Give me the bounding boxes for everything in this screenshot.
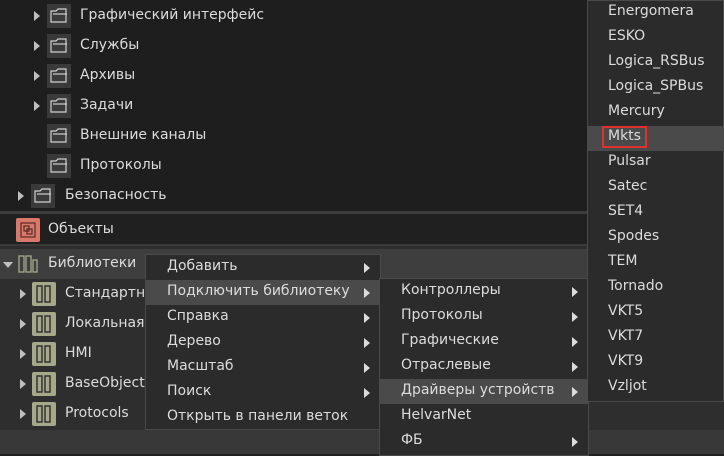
driver-item[interactable]: Mercury — [588, 101, 723, 126]
library-submenu: Контроллеры Протоколы Графические Отрасл… — [379, 278, 589, 456]
folder-icon — [31, 184, 55, 208]
tree-item-label: Внешние каналы — [80, 127, 207, 143]
driver-item[interactable]: TEM — [588, 251, 723, 276]
library-item[interactable]: Стандартна — [0, 279, 154, 309]
driver-item[interactable]: Tornado — [588, 276, 723, 301]
tree-item-label: Протоколы — [80, 157, 162, 173]
submenu-arrow-icon — [364, 338, 370, 348]
library-label: Стандартна — [65, 285, 154, 301]
folder-icon — [47, 4, 71, 28]
menu-item-scale[interactable]: Масштаб — [146, 355, 380, 380]
library-item[interactable]: HMI — [0, 339, 150, 369]
library-icon — [32, 282, 56, 306]
menu-item-add[interactable]: Добавить — [146, 255, 380, 280]
tree-item-external-channels[interactable]: Внешние каналы — [0, 121, 590, 151]
context-menu: Добавить Подключить библиотеку Справка Д… — [145, 254, 381, 430]
library-label: Локальная — [65, 315, 145, 331]
submenu-arrow-icon — [364, 388, 370, 398]
driver-item[interactable]: VKT7 — [588, 326, 723, 351]
expand-arrow-icon[interactable] — [20, 289, 26, 299]
tree-item-label: Графический интерфейс — [80, 7, 265, 23]
tree-item-archives[interactable]: Архивы — [0, 61, 590, 91]
menu-item-controllers[interactable]: Контроллеры — [380, 279, 588, 304]
objects-label: Объекты — [48, 221, 114, 237]
tree-item-security[interactable]: Безопасность — [0, 181, 590, 211]
expand-arrow-icon[interactable] — [34, 41, 40, 51]
menu-item-connect-library[interactable]: Подключить библиотеку — [146, 280, 380, 305]
objects-row[interactable]: Объекты — [0, 215, 590, 245]
tree-item-label: Задачи — [80, 97, 134, 113]
submenu-arrow-icon — [572, 362, 578, 372]
menu-item-protocols[interactable]: Протоколы — [380, 304, 588, 329]
library-item[interactable]: BaseObjects — [0, 369, 152, 399]
driver-item[interactable]: SET4 — [588, 201, 723, 226]
library-label: Protocols — [65, 405, 129, 421]
expand-arrow-icon[interactable] — [34, 11, 40, 21]
library-icon — [32, 402, 56, 426]
menu-item-tree[interactable]: Дерево — [146, 330, 380, 355]
driver-item-selected[interactable]: Mkts — [588, 126, 723, 151]
menu-item-device-drivers[interactable]: Драйверы устройств — [380, 379, 588, 404]
expand-arrow-icon[interactable] — [18, 191, 24, 201]
submenu-arrow-icon — [364, 288, 370, 298]
submenu-arrow-icon — [364, 363, 370, 373]
folder-icon — [47, 124, 71, 148]
submenu-arrow-icon — [572, 337, 578, 347]
submenu-arrow-icon — [572, 287, 578, 297]
library-item[interactable]: Protocols — [0, 399, 150, 429]
selection-highlight-box — [602, 126, 647, 148]
folder-icon — [47, 154, 71, 178]
driver-item[interactable]: Energomera — [588, 1, 723, 26]
submenu-arrow-icon — [572, 312, 578, 322]
expand-arrow-icon[interactable] — [34, 101, 40, 111]
library-icon — [32, 342, 56, 366]
expand-arrow-icon[interactable] — [20, 349, 26, 359]
folder-icon — [47, 34, 71, 58]
driver-item[interactable]: Logica_SPBus — [588, 76, 723, 101]
submenu-arrow-icon — [572, 437, 578, 447]
tree-item-label: Службы — [80, 37, 140, 53]
driver-item[interactable]: VKT5 — [588, 301, 723, 326]
menu-item-search[interactable]: Поиск — [146, 380, 380, 405]
folder-icon — [47, 64, 71, 88]
menu-item-graphics[interactable]: Графические — [380, 329, 588, 354]
bottom-bar — [0, 430, 724, 454]
tree-item-label: Архивы — [80, 67, 136, 83]
tree-item-services[interactable]: Службы — [0, 31, 590, 61]
expand-arrow-icon[interactable] — [20, 319, 26, 329]
tree-item-gui[interactable]: Графический интерфейс — [0, 1, 590, 31]
driver-item[interactable]: Logica_RSBus — [588, 51, 723, 76]
folder-icon — [47, 94, 71, 118]
driver-item[interactable]: VKT9 — [588, 351, 723, 376]
drivers-submenu: Energomera ESKO Logica_RSBus Logica_SPBu… — [587, 0, 724, 402]
menu-item-fb[interactable]: ФБ — [380, 429, 588, 454]
libraries-label: Библиотеки — [48, 255, 137, 271]
library-icon — [32, 372, 56, 396]
menu-item-open-in-branch-panel[interactable]: Открыть в панели веток — [146, 405, 380, 430]
tree-item-protocols[interactable]: Протоколы — [0, 151, 590, 181]
objects-icon — [16, 218, 40, 242]
library-label: BaseObjects — [65, 375, 152, 391]
submenu-arrow-icon — [364, 313, 370, 323]
menu-item-helvarnet[interactable]: HelvarNet — [380, 404, 588, 429]
submenu-arrow-icon — [364, 263, 370, 273]
driver-item[interactable]: Satec — [588, 176, 723, 201]
driver-item[interactable]: ESKO — [588, 26, 723, 51]
expand-arrow-icon[interactable] — [20, 409, 26, 419]
expand-arrow-icon[interactable] — [34, 71, 40, 81]
library-item[interactable]: Локальная — [0, 309, 150, 339]
driver-item[interactable]: Pulsar — [588, 151, 723, 176]
driver-item[interactable]: Spodes — [588, 226, 723, 251]
expand-arrow-icon[interactable] — [20, 379, 26, 389]
menu-item-industry[interactable]: Отраслевые — [380, 354, 588, 379]
library-icon — [32, 312, 56, 336]
menu-item-help[interactable]: Справка — [146, 305, 380, 330]
libraries-icon — [16, 252, 40, 276]
collapse-arrow-icon[interactable] — [3, 262, 13, 268]
driver-item[interactable]: Vzljot — [588, 376, 723, 401]
tree-item-tasks[interactable]: Задачи — [0, 91, 590, 121]
tree-item-label: Безопасность — [65, 187, 167, 203]
submenu-arrow-icon — [572, 387, 578, 397]
library-label: HMI — [65, 345, 92, 361]
